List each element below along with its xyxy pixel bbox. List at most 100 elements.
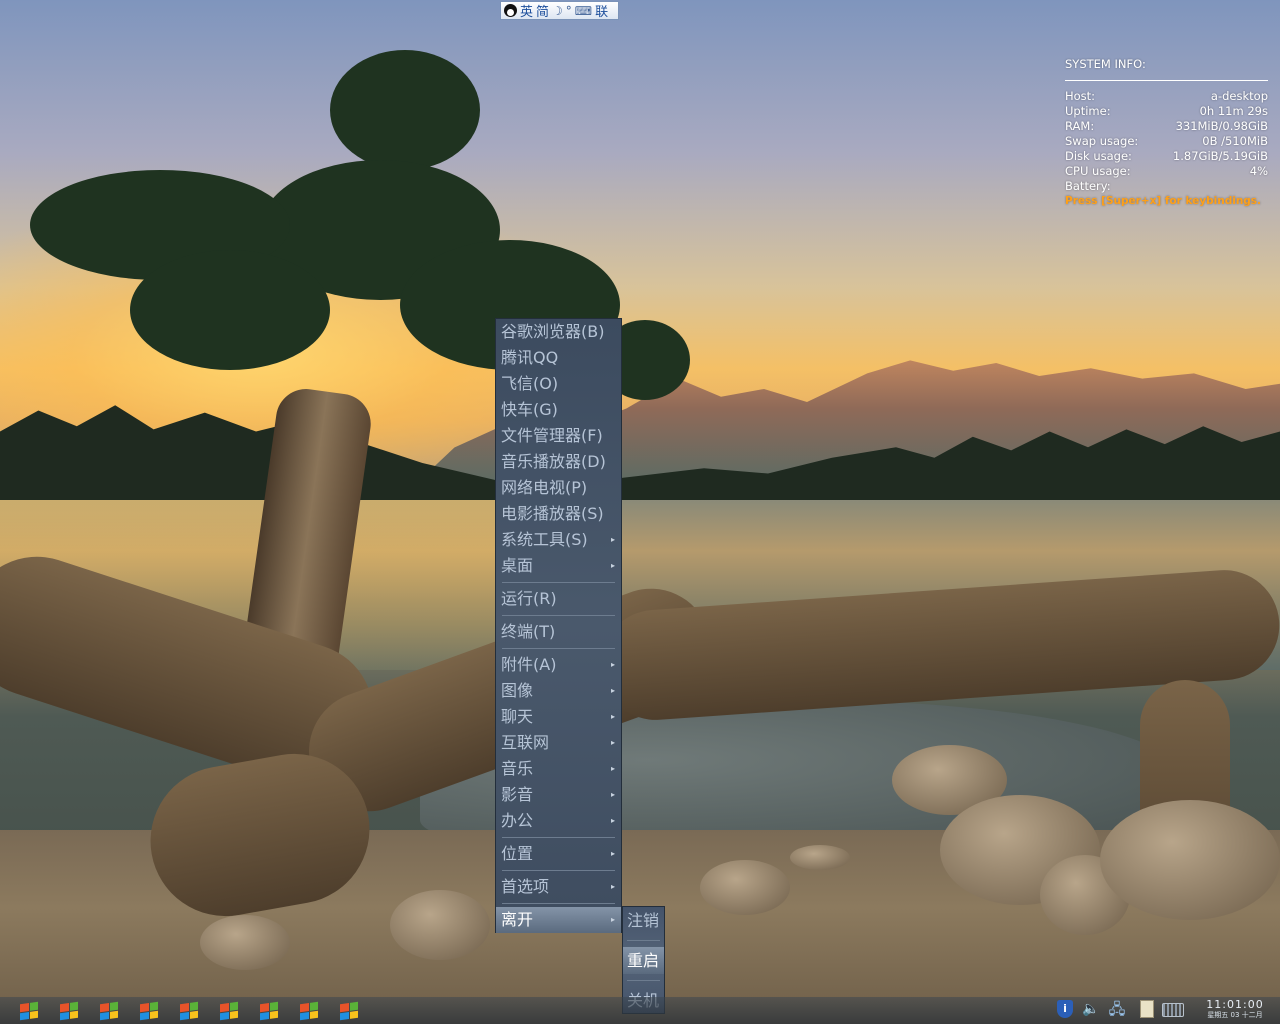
keyboard-icon[interactable]: ⌨ [575,4,592,18]
menu-item-music-player[interactable]: 音乐播放器(D) [496,449,621,475]
menu-item-office[interactable]: 办公 ▸ [496,808,621,834]
sysinfo-row-host: Host: a-desktop [1065,89,1268,104]
windows-flag-icon[interactable] [20,1001,40,1021]
clock-time: 11:01:00 [1206,998,1264,1011]
menu-item-system-tools[interactable]: 系统工具(S) ▸ [496,527,621,553]
keybinding-hint: Press [Super+x] for keybindings. [1065,195,1262,207]
submenu-arrow-icon: ▸ [610,686,615,695]
windows-flag-icon[interactable] [60,1001,80,1021]
keyboard-icon[interactable] [1162,1003,1184,1017]
menu-item-label: 办公 [501,811,534,830]
menu-item-file-manager[interactable]: 文件管理器(F) [496,423,621,449]
menu-item-label: 系统工具(S) [501,530,588,549]
menu-item-fetion[interactable]: 飞信(O) [496,371,621,397]
sysinfo-label: Battery: [1065,179,1111,193]
windows-flag-icon[interactable] [260,1001,280,1021]
menu-item-label: 文件管理器(F) [501,426,603,445]
menu-item-label: 快车(G) [501,400,558,419]
clock[interactable]: 11:01:00 星期五 03 十二月 [1198,998,1272,1020]
shield-icon[interactable]: i [1057,1000,1073,1018]
menu-item-chat[interactable]: 聊天 ▸ [496,704,621,730]
menu-item-label: 运行(R) [501,589,557,608]
sysinfo-row-swap: Swap usage: 0B /510MiB [1065,134,1268,149]
menu-item-movie-player[interactable]: 电影播放器(S) [496,501,621,527]
network-icon[interactable]: 🖧 [1106,1000,1128,1018]
menu-item-label: 音乐播放器(D) [501,452,606,471]
windows-flag-shape [60,1001,78,1021]
wallpaper-canopy [130,250,330,370]
submenu-arrow-icon: ▸ [610,915,615,924]
menu-item-graphics[interactable]: 图像 ▸ [496,678,621,704]
sysinfo-label: Host: [1065,89,1096,103]
ime-toolbar[interactable]: 英 简 ☽ ° ⌨ 联 [500,1,619,20]
menu-item-label: 终端(T) [501,622,556,641]
menu-item-preferences[interactable]: 首选项 ▸ [496,874,621,900]
sysinfo-row-uptime: Uptime: 0h 11m 29s [1065,104,1268,119]
windows-flag-icon[interactable] [220,1001,240,1021]
menu-item-flashget[interactable]: 快车(G) [496,397,621,423]
menu-item-run[interactable]: 运行(R) [496,586,621,612]
menu-item-label: 离开 [501,910,534,929]
menu-item-label: 桌面 [501,556,534,575]
windows-flag-icon[interactable] [300,1001,320,1021]
submenu-item-reboot[interactable]: 重启 [623,947,664,974]
windows-flag-shape [100,1001,118,1021]
submenu-separator [627,940,660,941]
menu-item-terminal[interactable]: 终端(T) [496,619,621,645]
menu-item-label: 音乐 [501,759,534,778]
sysinfo-label: CPU usage: [1065,164,1131,178]
menu-item-leave[interactable]: 离开 ▸ [496,907,621,933]
windows-flag-shape [140,1001,158,1021]
menu-item-internet[interactable]: 互联网 ▸ [496,730,621,756]
menu-item-label: 互联网 [501,733,550,752]
clipboard-icon[interactable] [1140,1000,1154,1018]
ime-link-button[interactable]: 联 [595,1,608,20]
sysinfo-row-cpu: CPU usage: 4% [1065,164,1268,179]
menu-item-label: 飞信(O) [501,374,559,393]
menu-item-accessories[interactable]: 附件(A) ▸ [496,652,621,678]
menu-item-video[interactable]: 影音 ▸ [496,782,621,808]
windows-flag-icon[interactable] [100,1001,120,1021]
windows-flag-shape [300,1001,318,1021]
submenu-arrow-icon: ▸ [610,764,615,773]
ime-simplified-toggle[interactable]: 简 [536,1,549,20]
clock-date: 星期五 03 十二月 [1207,1011,1263,1019]
windows-flag-shape [260,1001,278,1021]
submenu-arrow-icon: ▸ [610,816,615,825]
submenu-arrow-icon: ▸ [610,561,615,570]
menu-separator [502,582,615,583]
menu-item-label: 影音 [501,785,534,804]
menu-item-places[interactable]: 位置 ▸ [496,841,621,867]
sysinfo-value: 1.87GiB/5.19GiB [1172,149,1268,163]
windows-flag-icon[interactable] [140,1001,160,1021]
wallpaper-rock [390,890,490,960]
sysinfo-value: 0h 11m 29s [1199,104,1268,118]
submenu-item-logout[interactable]: 注销 [623,907,664,934]
submenu-separator [627,980,660,981]
start-menu[interactable]: 谷歌浏览器(B) 腾讯QQ 飞信(O) 快车(G) 文件管理器(F) 音乐播放器… [495,318,622,933]
windows-flag-icon[interactable] [340,1001,360,1021]
menu-separator [502,870,615,871]
sysinfo-label: Uptime: [1065,104,1111,118]
sysinfo-value: 4% [1249,164,1268,178]
menu-item-network-tv[interactable]: 网络电视(P) [496,475,621,501]
ime-english-toggle[interactable]: 英 [520,1,533,20]
menu-item-music[interactable]: 音乐 ▸ [496,756,621,782]
penguin-icon[interactable] [504,4,517,17]
moon-icon[interactable]: ☽ [552,4,563,18]
menu-item-label: 腾讯QQ [501,348,559,367]
sysinfo-value: 331MiB/0.98GiB [1175,119,1268,133]
windows-flag-icon[interactable] [180,1001,200,1021]
speaker-icon[interactable]: 🔈 [1082,1000,1100,1018]
wallpaper-canopy [330,50,480,170]
menu-item-qq[interactable]: 腾讯QQ [496,345,621,371]
wallpaper-rock [1100,800,1280,920]
wallpaper-rock [700,860,790,915]
wallpaper-rock [790,845,850,870]
menu-item-desktop[interactable]: 桌面 ▸ [496,553,621,579]
punctuation-icon[interactable]: ° [566,4,572,18]
windows-flag-shape [340,1001,358,1021]
menu-item-label: 网络电视(P) [501,478,588,497]
menu-item-chrome[interactable]: 谷歌浏览器(B) [496,319,621,345]
submenu-arrow-icon: ▸ [610,849,615,858]
